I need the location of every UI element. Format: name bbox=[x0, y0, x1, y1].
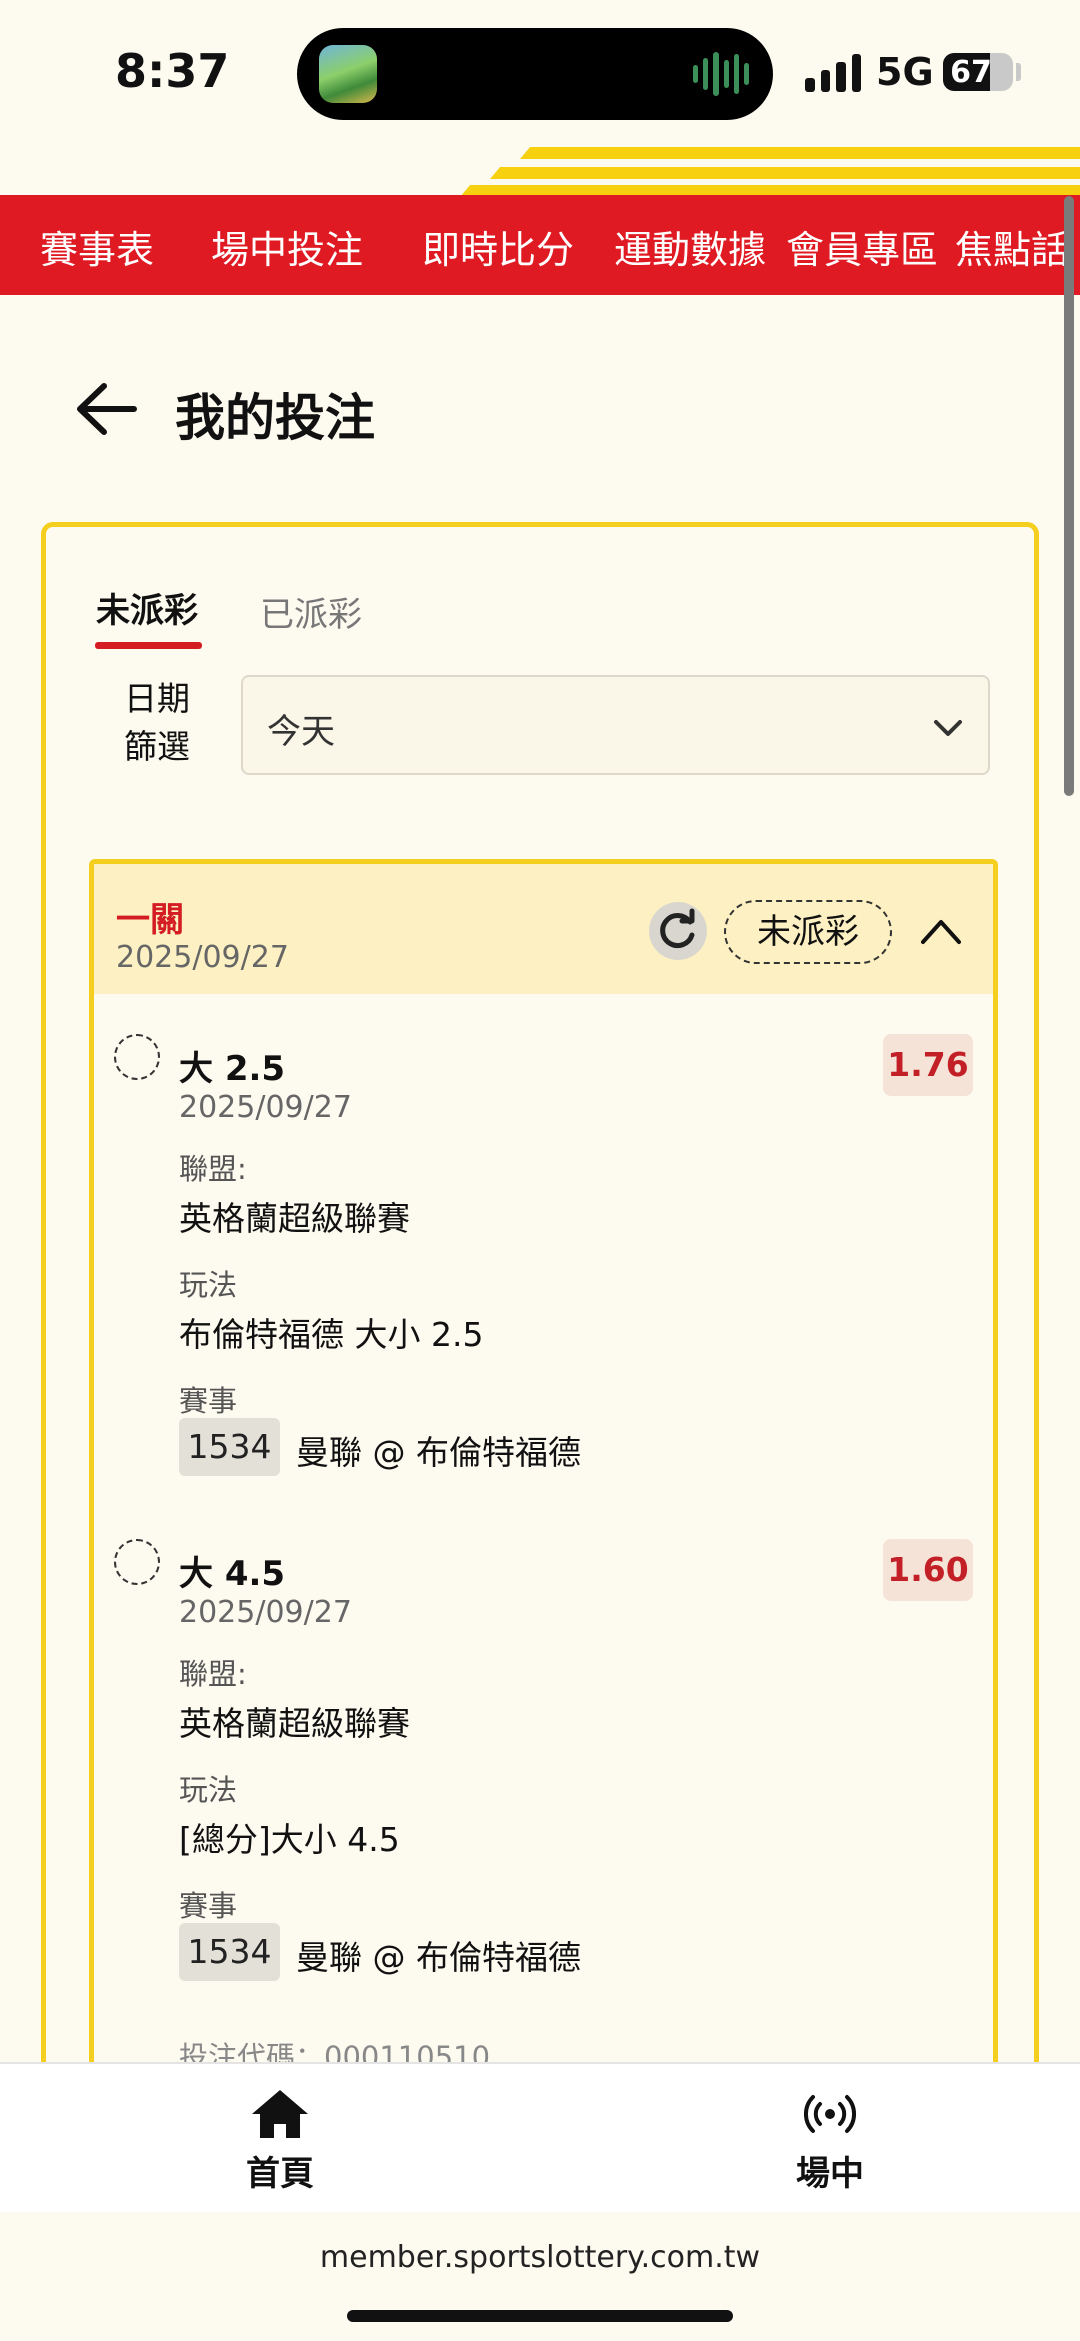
tab-live-label: 場中 bbox=[796, 2154, 864, 2194]
selection-radio[interactable] bbox=[114, 1034, 160, 1080]
status-bar: 8:37 5G 67 bbox=[0, 0, 1080, 145]
event-name: 曼聯 @ 布倫特福德 bbox=[296, 1938, 581, 1977]
main-nav: 賽事表 場中投注 即時比分 運動數據 會員專區 焦點話 bbox=[0, 195, 1080, 295]
event-number: 1534 bbox=[179, 1418, 280, 1476]
nav-item-live-betting[interactable]: 場中投注 bbox=[211, 219, 363, 274]
event-number: 1534 bbox=[179, 1923, 280, 1981]
page-title: 我的投注 bbox=[175, 389, 375, 447]
odds-badge: 1.60 bbox=[883, 1539, 973, 1601]
date-filter-select[interactable]: 今天 bbox=[241, 675, 990, 775]
status-badge: 未派彩 bbox=[724, 900, 892, 964]
battery-icon: 67 bbox=[943, 53, 1013, 91]
bet-type: 一關 bbox=[116, 900, 184, 940]
tab-home[interactable]: 首頁 bbox=[210, 2086, 350, 2196]
league-value: 英格蘭超級聯賽 bbox=[179, 1704, 410, 1743]
home-indicator[interactable] bbox=[347, 2310, 733, 2322]
selection-item: 大 2.5 2025/09/27 1.76 聯盟: 英格蘭超級聯賽 玩法 布倫特… bbox=[94, 994, 993, 1494]
selection-name: 大 2.5 bbox=[179, 1049, 286, 1089]
nav-item-focus[interactable]: 焦點話 bbox=[955, 219, 1069, 274]
nav-item-sports-data[interactable]: 運動數據 bbox=[614, 219, 766, 274]
bets-card: 未派彩 已派彩 日期 篩選 今天 一關 2025/09/27 未派彩 大 2.5… bbox=[41, 522, 1039, 2159]
league-label: 聯盟: bbox=[179, 1657, 247, 1691]
battery-tip bbox=[1016, 63, 1021, 81]
league-value: 英格蘭超級聯賽 bbox=[179, 1199, 410, 1238]
browser-url-bar[interactable]: member.sportslottery.com.tw bbox=[0, 2212, 1080, 2341]
market-label: 玩法 bbox=[179, 1268, 238, 1302]
refresh-button[interactable] bbox=[649, 902, 707, 960]
tab-active-indicator bbox=[95, 642, 202, 649]
dynamic-island bbox=[297, 28, 773, 120]
date-filter-label: 日期 篩選 bbox=[124, 679, 190, 766]
nav-item-live-scores[interactable]: 即時比分 bbox=[422, 219, 574, 274]
refresh-icon bbox=[660, 908, 695, 949]
bet-group: 一關 2025/09/27 未派彩 大 2.5 2025/09/27 1.76 … bbox=[89, 859, 998, 2159]
network-type: 5G bbox=[876, 50, 934, 94]
selection-date: 2025/09/27 bbox=[179, 1595, 352, 1630]
selection-name: 大 4.5 bbox=[179, 1554, 286, 1594]
bet-date: 2025/09/27 bbox=[116, 940, 289, 975]
status-time: 8:37 bbox=[115, 44, 230, 98]
audio-wave-icon bbox=[693, 50, 750, 98]
league-label: 聯盟: bbox=[179, 1152, 247, 1186]
tab-home-label: 首頁 bbox=[246, 2154, 314, 2194]
market-value: 布倫特福德 大小 2.5 bbox=[179, 1315, 484, 1354]
market-value: [總分]大小 4.5 bbox=[179, 1820, 400, 1859]
cellular-signal-icon bbox=[805, 52, 861, 92]
nav-item-member-zone[interactable]: 會員專區 bbox=[786, 219, 938, 274]
bet-group-header[interactable]: 一關 2025/09/27 未派彩 bbox=[94, 864, 993, 994]
home-icon bbox=[252, 2090, 308, 2138]
bottom-tab-bar: 首頁 場中 bbox=[0, 2062, 1080, 2212]
selection-date: 2025/09/27 bbox=[179, 1090, 352, 1125]
page-scrollbar[interactable] bbox=[1064, 196, 1074, 796]
market-label: 玩法 bbox=[179, 1773, 238, 1807]
battery-percent: 67 bbox=[950, 55, 992, 90]
tab-settled[interactable]: 已派彩 bbox=[260, 587, 362, 636]
event-name: 曼聯 @ 布倫特福德 bbox=[296, 1433, 581, 1472]
nav-item-schedule[interactable]: 賽事表 bbox=[40, 219, 154, 274]
tab-live[interactable]: 場中 bbox=[760, 2086, 900, 2196]
back-arrow-icon[interactable] bbox=[72, 378, 142, 440]
url-text: member.sportslottery.com.tw bbox=[319, 2240, 761, 2275]
selection-item: 大 4.5 2025/09/27 1.60 聯盟: 英格蘭超級聯賽 玩法 [總分… bbox=[94, 1499, 993, 1999]
odds-badge: 1.76 bbox=[883, 1034, 973, 1096]
broadcast-icon bbox=[803, 2095, 857, 2133]
date-filter-value: 今天 bbox=[267, 712, 335, 752]
tab-unsettled[interactable]: 未派彩 bbox=[96, 583, 198, 632]
header-stripes-decoration bbox=[430, 145, 1080, 195]
chevron-down-icon bbox=[934, 720, 962, 736]
event-label: 賽事 bbox=[179, 1889, 238, 1923]
app-thumbnail-icon bbox=[319, 45, 377, 103]
chevron-up-icon[interactable] bbox=[919, 912, 963, 948]
selection-radio[interactable] bbox=[114, 1539, 160, 1585]
event-label: 賽事 bbox=[179, 1384, 238, 1418]
